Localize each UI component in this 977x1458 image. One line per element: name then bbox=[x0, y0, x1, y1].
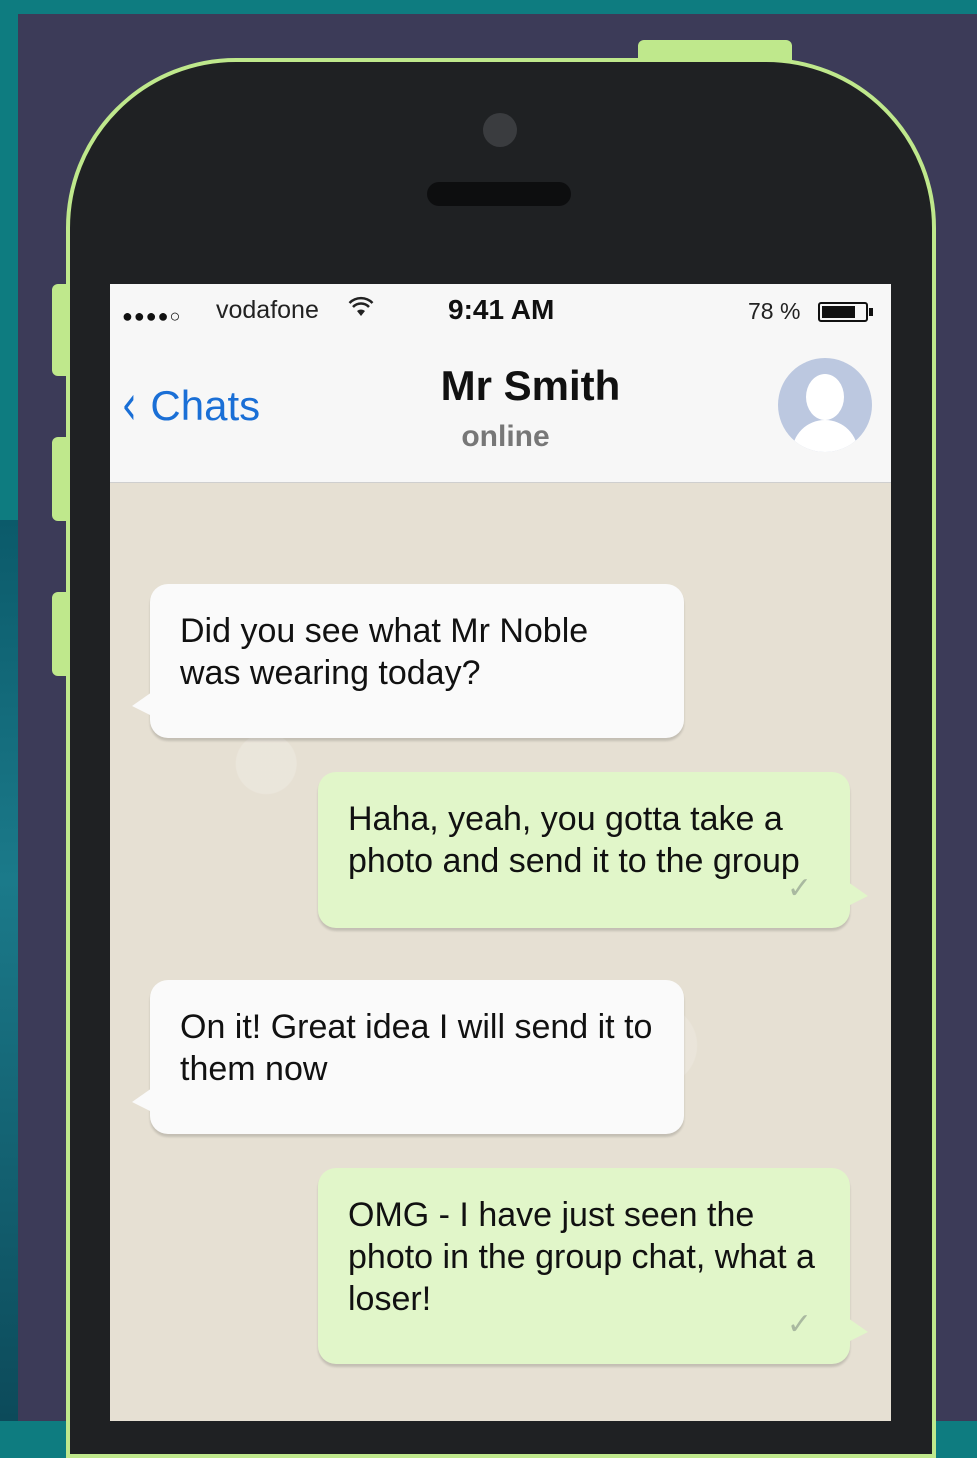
battery-tip bbox=[869, 308, 873, 316]
wifi-icon bbox=[348, 296, 374, 324]
sent-check-icon: ✓ bbox=[786, 1307, 812, 1342]
sent-check-icon: ✓ bbox=[786, 871, 812, 906]
message-bubble-incoming[interactable]: On it! Great idea I will send it to them… bbox=[132, 980, 684, 1134]
speaker-grille bbox=[427, 182, 571, 206]
bubble-tail bbox=[132, 1088, 152, 1112]
bubble-tail bbox=[848, 1318, 868, 1342]
battery-percent: 78 % bbox=[748, 298, 801, 324]
contact-status: online bbox=[461, 420, 550, 453]
message-text: Haha, yeah, you gotta take a photo and s… bbox=[348, 800, 800, 880]
bubble-tail bbox=[848, 882, 868, 906]
battery-icon bbox=[818, 302, 868, 322]
avatar-placeholder-body bbox=[792, 420, 858, 452]
chat-header: ‹ Chats Mr Smith online bbox=[110, 342, 891, 483]
carrier-name: vodafone bbox=[216, 296, 319, 324]
signal-strength-icon: ●●●●○ bbox=[122, 306, 182, 326]
status-time: 9:41 AM bbox=[448, 294, 555, 325]
phone-screen: ●●●●○ vodafone 9:41 AM 78 % ‹ Chats Mr S… bbox=[110, 284, 891, 1421]
battery-level-fill bbox=[822, 306, 855, 318]
message-bubble-incoming[interactable]: Did you see what Mr Noble was wearing to… bbox=[132, 584, 684, 738]
message-text: OMG - I have just seen the photo in the … bbox=[348, 1196, 815, 1318]
contact-name[interactable]: Mr Smith bbox=[110, 362, 891, 410]
message-text: Did you see what Mr Noble was wearing to… bbox=[180, 612, 589, 692]
message-text: On it! Great idea I will send it to them… bbox=[180, 1008, 653, 1088]
message-bubble-outgoing[interactable]: OMG - I have just seen the photo in the … bbox=[318, 1168, 868, 1364]
bubble-tail bbox=[132, 692, 152, 716]
avatar-placeholder-icon bbox=[806, 374, 844, 420]
avatar[interactable] bbox=[778, 358, 872, 452]
message-bubble-outgoing[interactable]: Haha, yeah, you gotta take a photo and s… bbox=[318, 772, 868, 928]
camera-icon bbox=[483, 113, 517, 147]
status-bar: ●●●●○ vodafone 9:41 AM 78 % bbox=[110, 284, 891, 342]
